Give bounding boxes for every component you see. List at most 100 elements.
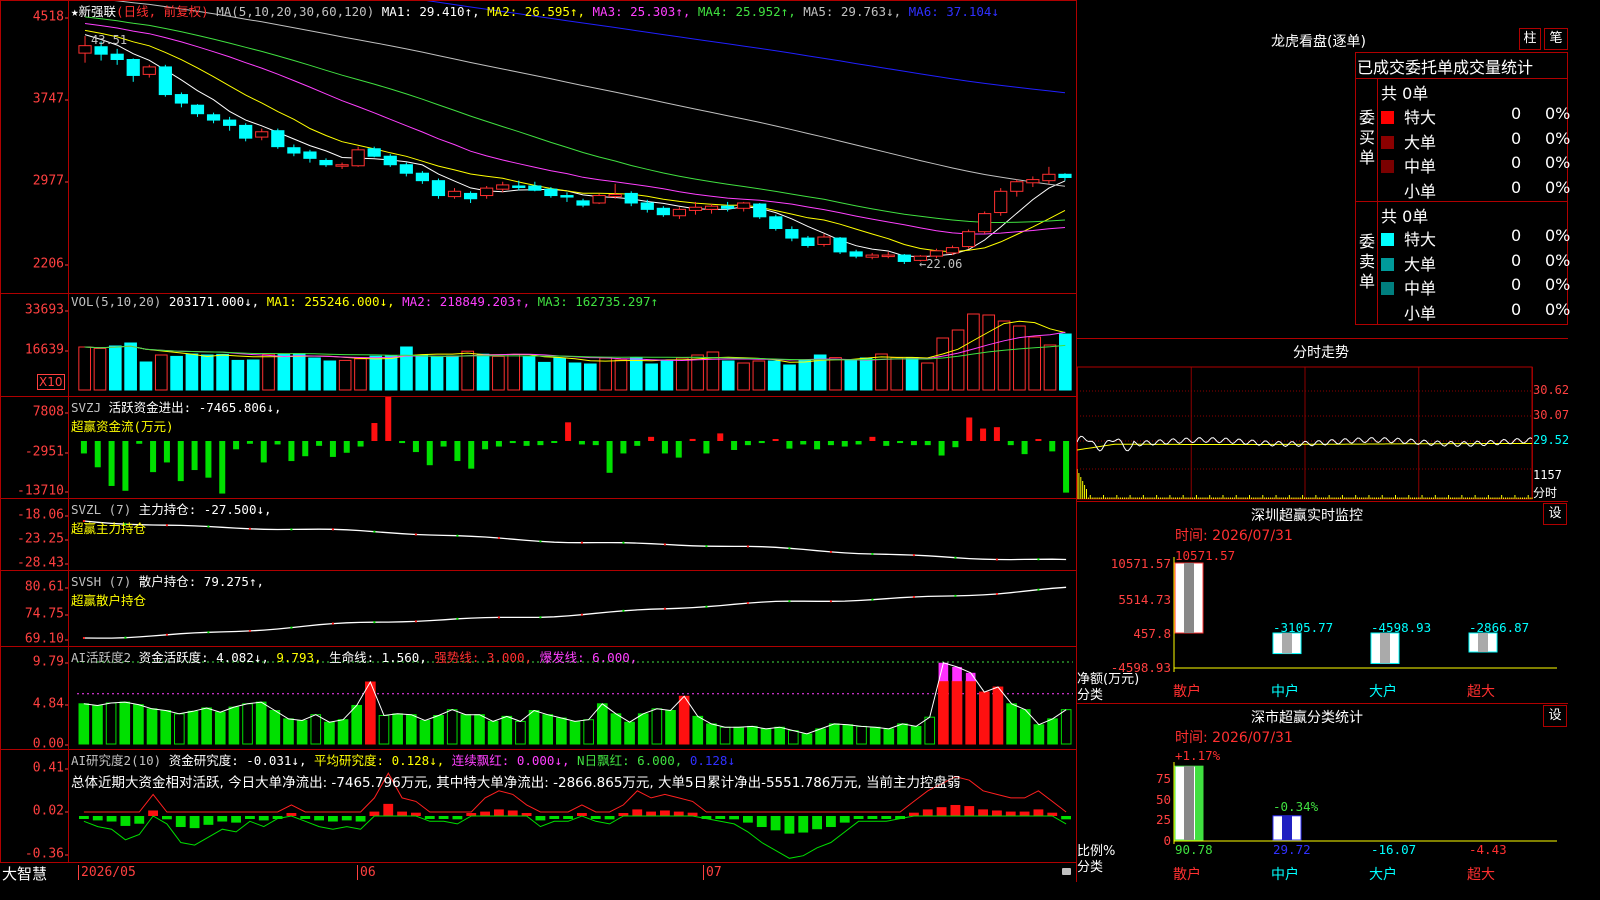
svsh-header: SVSH (7) 散户持仓: 79.275↑, 超赢散户持仓 <box>71 571 264 609</box>
activity-bar <box>105 702 117 745</box>
activity-bar <box>897 723 908 745</box>
research-bar <box>120 816 131 826</box>
sz-monitor-panel[interactable]: 深圳超赢实时监控 设 时间: 2026/07/31 10571.57 5514.7… <box>1077 501 1568 704</box>
svzj-subtitle: 超赢资金流(万元) <box>71 419 174 434</box>
activity-bar <box>201 707 212 745</box>
volume-bar <box>629 357 643 391</box>
activity-bar <box>187 710 199 745</box>
sz-category-chart[interactable]: 75 50 25 0 90.78 散户 29.72 中户 -16.07 大户 -4.43 超大 +1.1… <box>1077 704 1568 883</box>
holding-dot <box>373 530 376 533</box>
volume-bar <box>323 360 337 391</box>
activity-bar <box>133 704 144 745</box>
candle-body <box>271 130 285 148</box>
activity-bar <box>815 728 826 745</box>
svsh-panel[interactable]: 80.61 74.75 69.10 SVSH (7) 散户持仓: 79.275↑… <box>0 570 1077 647</box>
candle-body <box>174 94 189 104</box>
ma5-line <box>114 1 1066 187</box>
activity-bar <box>951 680 963 745</box>
activity-bar <box>1019 709 1031 745</box>
volume-chart[interactable] <box>1 294 1078 398</box>
activity-bar <box>92 704 103 745</box>
flow-bar <box>163 441 170 463</box>
research-bar <box>231 816 241 823</box>
activity-bar <box>160 709 172 745</box>
volume-bar <box>185 353 199 391</box>
holding-dot <box>995 592 998 595</box>
svzl-header: SVZL (7) 主力持仓: -27.500↓, 超赢主力持仓 <box>71 499 272 537</box>
bar-view-button[interactable]: 柱 <box>1519 28 1541 50</box>
research-bar <box>1033 809 1044 816</box>
lock-icon[interactable] <box>1062 868 1071 875</box>
kline-chart[interactable] <box>1 1 1078 295</box>
sc-category-label: 超大 <box>1467 867 1495 883</box>
activity-bar <box>78 703 90 745</box>
holding-dot <box>1037 588 1040 591</box>
candle-body <box>769 216 783 229</box>
pen-view-button[interactable]: 笔 <box>1544 28 1568 50</box>
flow-bar <box>675 441 682 458</box>
research-bar <box>922 809 933 816</box>
candle-body <box>560 195 574 198</box>
order-type: 大单 <box>1404 132 1437 152</box>
vol-value: 203171.000↓, <box>168 294 260 309</box>
activity-bar <box>1060 709 1072 745</box>
candle-body <box>704 205 719 210</box>
flow-bar <box>758 441 765 444</box>
svzj-panel[interactable]: 7808 -2951 -13710 SVZJ 活跃资金进出: -7465.806… <box>0 396 1077 499</box>
candle-body <box>817 236 831 245</box>
sc-bar-value: -4.43 <box>1469 842 1507 857</box>
research-bar <box>936 807 947 816</box>
flow-bar <box>800 441 807 445</box>
star-icon[interactable]: ★ <box>71 4 79 19</box>
sc-bar-shade <box>1184 766 1194 840</box>
volume-panel[interactable]: 33693 16639 X10 VOL(5,10,20) 203171.000↓… <box>0 293 1077 397</box>
sc-bar-shade <box>1282 815 1292 840</box>
activity-bar <box>856 725 867 745</box>
ai-research-panel[interactable]: 0.41 0.02 -0.36 AI研究度2(10) 资金研究度: -0.031… <box>0 749 1077 863</box>
volume-bar <box>354 358 367 391</box>
flow-bar <box>786 441 793 449</box>
intraday-chart[interactable] <box>1077 339 1568 502</box>
activity-bar <box>774 726 785 745</box>
volume-bar <box>277 353 291 391</box>
activity-bar <box>351 704 363 745</box>
sz-y-tick: 5514.73 <box>1118 592 1171 607</box>
order-percent: 0% <box>1545 177 1571 197</box>
flow-bar <box>440 441 447 447</box>
flow-bar <box>1035 439 1042 441</box>
volume-bar <box>553 357 566 391</box>
svzl-panel[interactable]: -18.06 -23.25 -28.43 SVZL (7) 主力持仓: -27.… <box>0 498 1077 571</box>
holding-dot <box>912 595 915 598</box>
candle-body <box>480 187 494 197</box>
flow-bar <box>827 441 834 446</box>
holding-dot <box>622 609 625 612</box>
candle-body <box>415 172 429 182</box>
activity-bar <box>1047 718 1058 745</box>
volume-bar <box>538 361 551 391</box>
sz-bar-value: 10571.57 <box>1175 548 1235 563</box>
ma3-value: MA3: 25.303↑, <box>592 4 691 19</box>
flow-bar <box>509 441 516 444</box>
volume-bar <box>1059 333 1072 391</box>
candle-body <box>721 205 735 209</box>
sc-bar-value: -16.07 <box>1371 842 1416 857</box>
intraday-panel[interactable]: 分时走势 30.62 30.07 29.52 1157 分时 <box>1077 338 1569 502</box>
volume-bar <box>476 353 490 391</box>
flow-bar <box>482 441 489 450</box>
flow-bar <box>620 441 627 454</box>
research-bar <box>134 816 145 824</box>
flow-bar <box>371 423 378 441</box>
sc-category-label: 大户 <box>1369 866 1397 883</box>
activity-bar <box>433 715 444 745</box>
flow-bar <box>855 441 862 445</box>
sz-category-panel[interactable]: 深市超赢分类统计 设 时间: 2026/07/31 75 50 25 0 90.78 散户… <box>1077 703 1568 883</box>
kline-panel[interactable]: 4518 3747 2977 2206 ★新强联(日线, 前复权) MA(5,1… <box>0 0 1077 294</box>
ai-activity-panel[interactable]: 9.79 4.84 0.00 AI活跃度2 资金活跃度: 4.082↓, 9.7… <box>0 646 1077 752</box>
holding-dot <box>290 626 293 629</box>
stats-divider <box>1355 201 1568 202</box>
candle-body <box>994 190 1008 214</box>
activity-bar <box>637 713 649 745</box>
intraday-tick: 分时 <box>1533 486 1558 500</box>
research-bar <box>798 816 809 833</box>
sz-monitor-chart[interactable]: 10571.57 5514.73 457.8 -4598.93 10571.57 散户 -3… <box>1077 502 1568 704</box>
